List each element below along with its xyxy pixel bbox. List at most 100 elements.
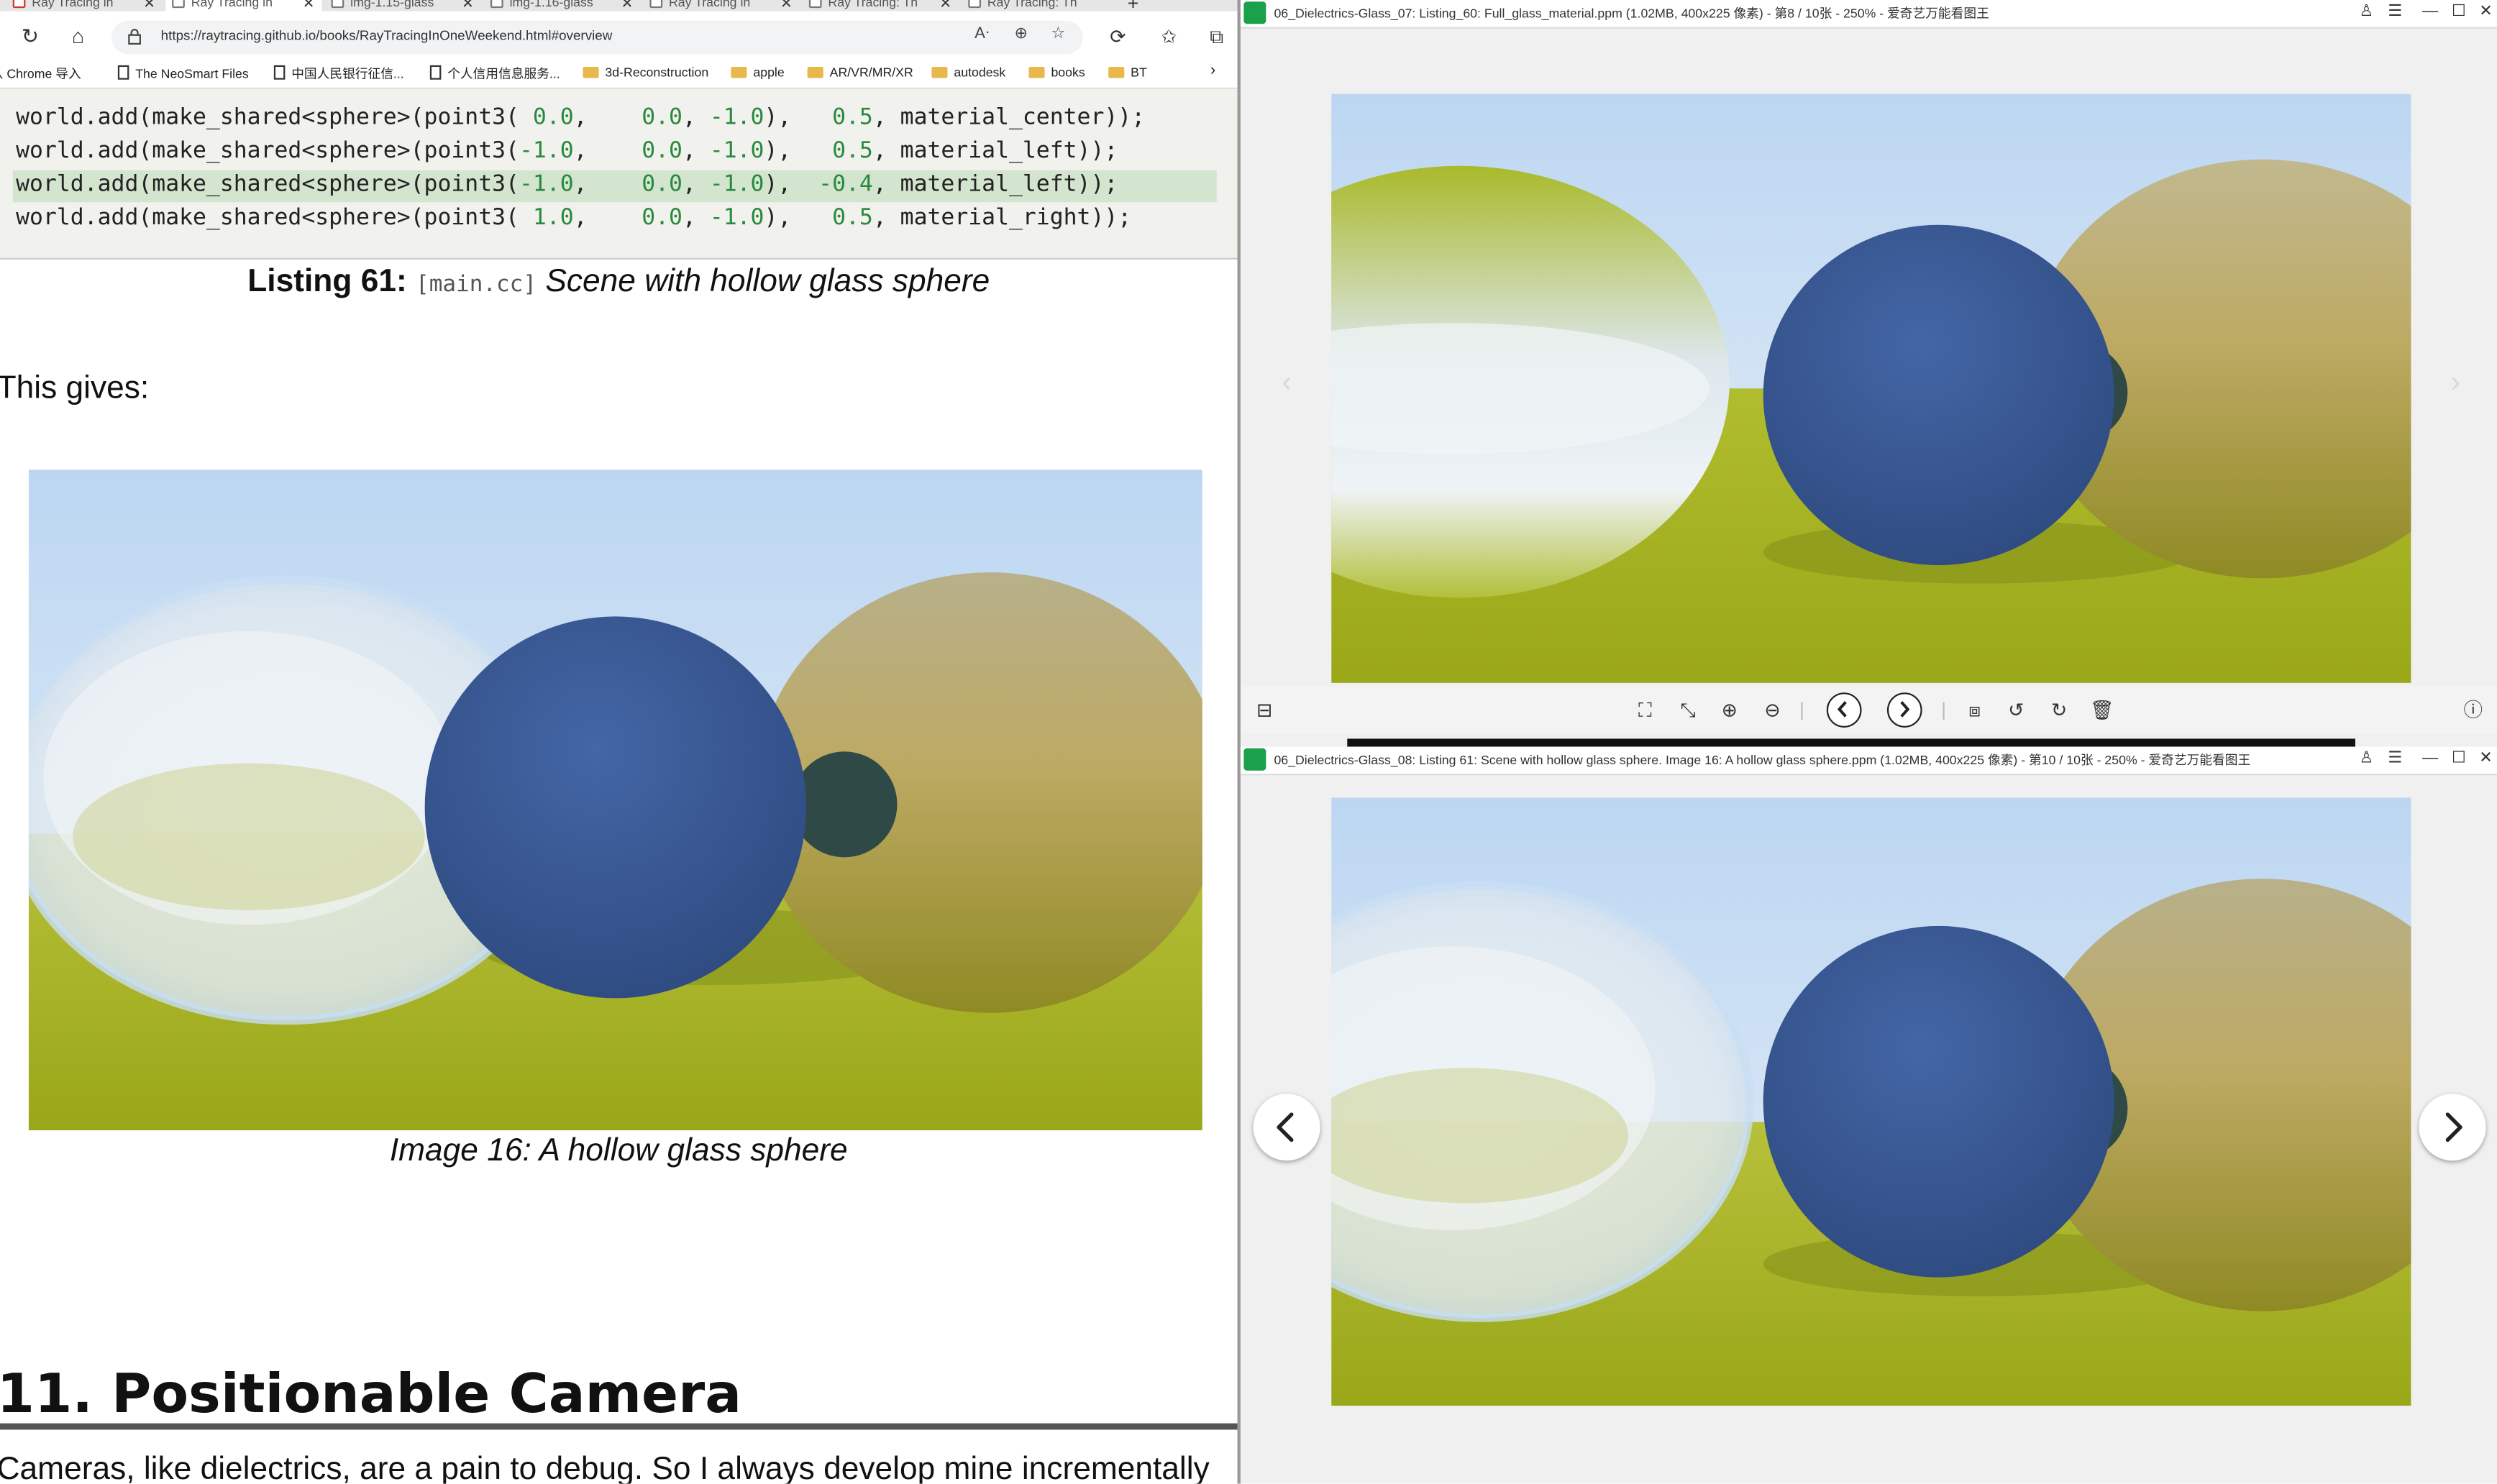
fit-window-icon[interactable]: ⛶ bbox=[1633, 697, 1658, 723]
close-tab-icon[interactable]: ✕ bbox=[621, 0, 634, 12]
next-image-faint-icon[interactable]: › bbox=[2439, 366, 2471, 398]
close-tab-icon[interactable]: ✕ bbox=[939, 0, 951, 12]
image-caption: Image 16: A hollow glass sphere bbox=[389, 1133, 848, 1169]
read-aloud-icon[interactable]: Aᐧ bbox=[974, 25, 989, 42]
menu-icon[interactable]: ☰ bbox=[2384, 748, 2406, 771]
viewer-image-full-glass bbox=[1331, 93, 2411, 683]
browser-tab[interactable]: Ray Tracing in ✕ bbox=[644, 0, 800, 12]
page-favicon-icon bbox=[649, 0, 663, 9]
page-favicon-icon bbox=[331, 0, 344, 9]
next-image-button[interactable] bbox=[2419, 1094, 2486, 1161]
tab-title: Ray Tracing in bbox=[669, 0, 751, 10]
body-text: This gives: bbox=[0, 370, 150, 406]
close-tab-icon[interactable]: ✕ bbox=[462, 0, 474, 12]
info-icon[interactable]: ⓘ bbox=[2460, 697, 2485, 723]
close-tab-icon[interactable]: ✕ bbox=[303, 0, 315, 12]
previous-image-button[interactable] bbox=[1253, 1094, 1320, 1161]
listing-caption: Listing 61: [main.cc] Scene with hollow … bbox=[0, 265, 1238, 301]
code-listing: world.add(make_shared<sphere>(point3( 0.… bbox=[0, 89, 1238, 260]
page-icon bbox=[273, 65, 286, 80]
browser-tab[interactable]: img-1.16-glass ✕ bbox=[484, 0, 640, 12]
lock-icon[interactable] bbox=[127, 29, 142, 45]
url-text[interactable]: https://raytracing.github.io/books/RayTr… bbox=[161, 27, 613, 43]
favorites-icon[interactable]: ✩ bbox=[1158, 25, 1180, 47]
bookmark-label: books bbox=[1051, 65, 1085, 80]
folder-icon bbox=[1028, 67, 1045, 78]
previous-button[interactable] bbox=[1826, 692, 1862, 728]
code-line: world.add(make_shared<sphere>(point3( 0.… bbox=[16, 105, 1146, 131]
toolbar-separator bbox=[1801, 702, 1803, 720]
viewer-image-hollow-glass bbox=[1331, 797, 2411, 1406]
app-logo-icon bbox=[1243, 748, 1266, 771]
skin-icon[interactable]: ♙ bbox=[2355, 748, 2378, 771]
bookmark-folder[interactable]: autodesk bbox=[931, 65, 1005, 80]
viewer-title: 06_Dielectrics-Glass_08: Listing 61: Sce… bbox=[1274, 753, 2251, 768]
screen: Ray Tracing in ✕ Ray Tracing in ✕ img-1.… bbox=[0, 0, 2497, 1484]
skin-icon[interactable]: ♙ bbox=[2355, 1, 2378, 24]
close-tab-icon[interactable]: ✕ bbox=[780, 0, 793, 12]
rotate-right-icon[interactable]: ↻ bbox=[2046, 697, 2071, 723]
chevron-left-icon bbox=[1277, 1112, 1294, 1142]
zoom-out-icon[interactable]: ⊖ bbox=[1760, 697, 1785, 723]
maximize-icon[interactable]: ☐ bbox=[2447, 1, 2470, 24]
bookmark-label: 中国人民银行征信... bbox=[291, 67, 404, 81]
bookmark-item[interactable]: The NeoSmart Files bbox=[117, 65, 249, 81]
browser-toolbar: ↻ ⌂ https://raytracing.github.io/books/R… bbox=[0, 11, 1238, 63]
bookmark-folder[interactable]: apple bbox=[731, 65, 785, 80]
slideshow-icon[interactable]: ⧈ bbox=[1962, 697, 1987, 723]
thumbnail-scrollbar[interactable] bbox=[1347, 738, 2355, 747]
chevron-left-icon bbox=[1837, 701, 1847, 718]
bookmark-label: autodesk bbox=[954, 65, 1006, 80]
maximize-icon[interactable]: ☐ bbox=[2447, 748, 2470, 771]
address-bar[interactable]: https://raytracing.github.io/books/RayTr… bbox=[111, 20, 1083, 55]
folder-icon bbox=[1108, 67, 1125, 78]
bookmark-folder[interactable]: 3d-Reconstruction bbox=[583, 65, 708, 80]
browser-tab[interactable]: Ray Tracing in ✕ bbox=[6, 0, 163, 12]
bookmark-item[interactable]: 个人信用信息服务... bbox=[429, 65, 560, 83]
bookmark-item[interactable]: 中国人民银行征信... bbox=[273, 65, 404, 83]
image-viewer-window-bottom: 06_Dielectrics-Glass_08: Listing 61: Sce… bbox=[1240, 746, 2497, 1484]
collections-icon[interactable]: ⧉ bbox=[1205, 25, 1228, 47]
bookmark-folder[interactable]: books bbox=[1028, 65, 1085, 80]
image-viewer-window-top: 06_Dielectrics-Glass_07: Listing_60: Ful… bbox=[1240, 0, 2497, 748]
close-icon[interactable]: ✕ bbox=[2475, 748, 2497, 771]
favorite-star-icon[interactable]: ☆ bbox=[1051, 25, 1065, 42]
minimize-icon[interactable]: — bbox=[2419, 1, 2442, 24]
zoom-in-icon[interactable]: ⊕ bbox=[1717, 697, 1742, 723]
minimize-icon[interactable]: — bbox=[2419, 748, 2442, 771]
render-image-hollow-glass-sphere bbox=[28, 470, 1202, 1131]
prev-image-faint-icon[interactable]: ‹ bbox=[1271, 366, 1302, 398]
toolbar-separator bbox=[1943, 702, 1945, 720]
close-tab-icon[interactable]: ✕ bbox=[143, 0, 155, 12]
tab-title: img-1.16-glass bbox=[509, 0, 593, 10]
zoom-icon[interactable]: ⊕ bbox=[1015, 25, 1028, 42]
new-tab-button[interactable]: + bbox=[1128, 0, 1139, 12]
home-icon[interactable]: ⌂ bbox=[65, 24, 91, 49]
bookmark-folder[interactable]: BT bbox=[1108, 65, 1147, 80]
actual-size-icon[interactable]: ⤡ bbox=[1675, 697, 1700, 723]
bookmark-import[interactable]: 从 Chrome 导入 bbox=[0, 65, 81, 83]
bookmark-label: The NeoSmart Files bbox=[135, 67, 249, 81]
browser-tab[interactable]: Ray Tracing: Th bbox=[962, 0, 1118, 12]
viewer-toolbar: ⊟ ⛶ ⤡ ⊕ ⊖ ⧈ ↺ ↻ 🗑 ⓘ bbox=[1240, 686, 2497, 734]
browser-tab[interactable]: Ray Tracing: Th ✕ bbox=[803, 0, 959, 12]
bookmarks-overflow-chevron-icon[interactable]: › bbox=[1210, 62, 1215, 79]
reload-icon[interactable]: ↻ bbox=[17, 24, 42, 49]
chevron-right-icon bbox=[2445, 1112, 2462, 1142]
viewer-titlebar: 06_Dielectrics-Glass_08: Listing 61: Sce… bbox=[1240, 746, 2497, 776]
delete-icon[interactable]: 🗑 bbox=[2089, 697, 2114, 723]
rotate-left-icon[interactable]: ↺ bbox=[2004, 697, 2029, 723]
browser-tab-active[interactable]: Ray Tracing in ✕ bbox=[165, 0, 322, 12]
browser-tab[interactable]: img-1.15-glass ✕ bbox=[325, 0, 481, 12]
tab-title: Ray Tracing: Th bbox=[987, 0, 1077, 10]
folder-icon bbox=[807, 67, 823, 78]
menu-icon[interactable]: ☰ bbox=[2384, 1, 2406, 24]
toolbox-icon[interactable]: ⊟ bbox=[1251, 697, 1277, 723]
bookmark-folder[interactable]: AR/VR/MR/XR bbox=[807, 65, 913, 80]
browser-tab-strip: Ray Tracing in ✕ Ray Tracing in ✕ img-1.… bbox=[0, 0, 1238, 12]
extensions-icon[interactable]: ⟳ bbox=[1107, 25, 1129, 47]
close-icon[interactable]: ✕ bbox=[2475, 1, 2497, 24]
page-icon bbox=[429, 65, 442, 80]
next-button[interactable] bbox=[1886, 692, 1922, 728]
code-line: world.add(make_shared<sphere>(point3(-1.… bbox=[16, 138, 1118, 165]
